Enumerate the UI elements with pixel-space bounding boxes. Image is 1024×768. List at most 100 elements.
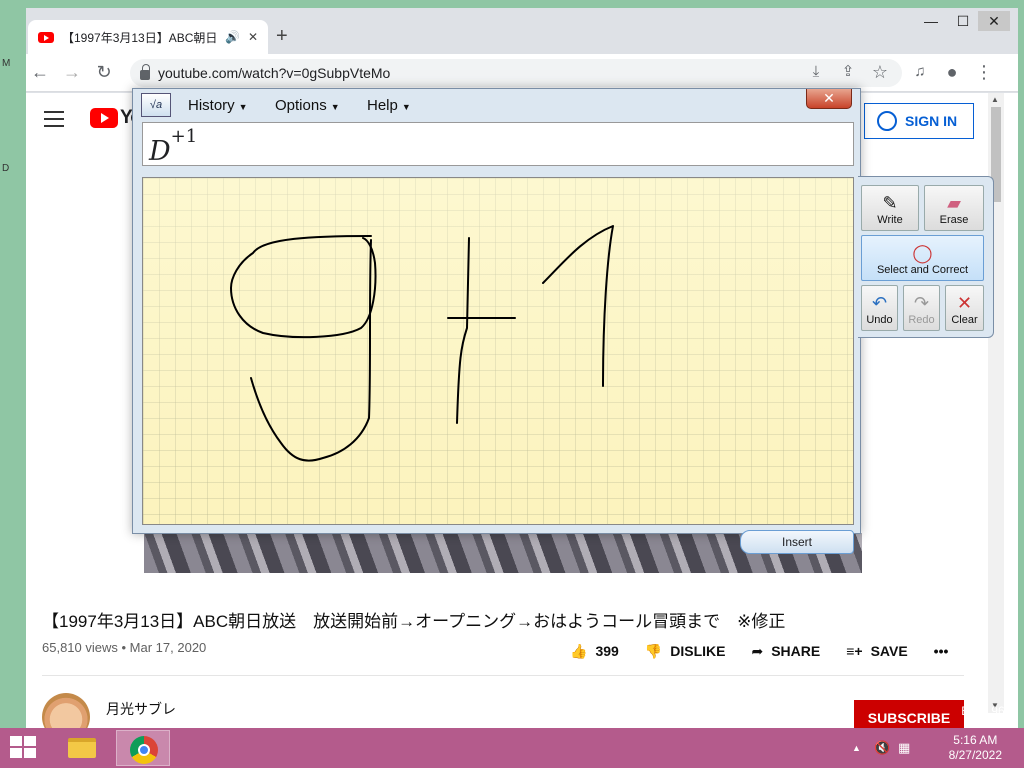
write-button[interactable]: ✎ Write bbox=[861, 185, 919, 231]
chrome-menu-icon[interactable]: ⋮ bbox=[972, 60, 996, 84]
system-clock[interactable]: 5:16 AM 8/27/2022 bbox=[949, 733, 1002, 763]
maximize-button[interactable]: ☐ bbox=[948, 11, 978, 31]
clear-x-icon: ✕ bbox=[956, 293, 973, 313]
share-page-icon[interactable]: ⇪ bbox=[836, 60, 860, 84]
video-meta: 65,810 views • Mar 17, 2020 bbox=[42, 640, 207, 655]
browser-tab[interactable]: 【1997年3月13日】ABC朝日放 🔊 ✕ bbox=[28, 20, 268, 54]
desktop-side-mark-2: D bbox=[2, 163, 10, 174]
save-button[interactable]: ≡+ SAVE bbox=[846, 643, 907, 659]
upload-date: Mar 17, 2020 bbox=[129, 640, 207, 655]
watermark-line-2: Build 9600 bbox=[961, 704, 1018, 718]
watermark-line-1: p bbox=[1011, 687, 1018, 701]
redo-button[interactable]: ↷ Redo bbox=[903, 285, 940, 331]
share-button[interactable]: ➦ SHARE bbox=[751, 643, 820, 660]
close-window-button[interactable]: ✕ bbox=[978, 11, 1010, 31]
share-label: SHARE bbox=[771, 643, 821, 659]
undo-label: Undo bbox=[866, 314, 893, 326]
bookmark-star-icon[interactable]: ☆ bbox=[868, 60, 892, 84]
mip-close-button[interactable]: ✕ bbox=[806, 89, 852, 109]
clear-button[interactable]: ✕ Clear bbox=[945, 285, 984, 331]
menu-history[interactable]: History ▼ bbox=[188, 97, 248, 114]
handwriting-ink bbox=[230, 225, 614, 462]
sign-in-label: SIGN IN bbox=[905, 113, 958, 129]
select-and-correct-button[interactable]: ◯ Select and Correct bbox=[861, 235, 984, 281]
dislike-button[interactable]: 👎 DISLIKE bbox=[645, 643, 726, 660]
thumbs-down-icon: 👎 bbox=[644, 642, 663, 659]
channel-avatar[interactable] bbox=[42, 693, 90, 728]
chrome-taskbar-button[interactable] bbox=[116, 730, 170, 766]
menu-options[interactable]: Options ▼ bbox=[275, 97, 340, 114]
install-icon[interactable]: ⤓ bbox=[804, 60, 828, 84]
reload-icon[interactable]: ↻ bbox=[92, 60, 116, 84]
url-text[interactable]: youtube.com/watch?v=0gSubpVteMo bbox=[158, 65, 390, 81]
folder-icon bbox=[68, 738, 96, 758]
preview-superscript: +1 bbox=[170, 126, 198, 147]
tab-strip: 【1997年3月13日】ABC朝日放 🔊 ✕ + — ☐ ✕ bbox=[26, 8, 1018, 54]
speaker-icon[interactable]: 🔊 bbox=[225, 30, 240, 44]
volume-muted-icon[interactable]: 🔇 bbox=[874, 740, 890, 756]
clock-time: 5:16 AM bbox=[953, 733, 998, 747]
like-count: 399 bbox=[595, 643, 619, 659]
menu-help[interactable]: Help ▼ bbox=[367, 97, 411, 114]
forward-icon[interactable]: → bbox=[60, 60, 84, 84]
video-actions: 👍 399 👎 DISLIKE ➦ SHARE ≡+ SAVE ••• bbox=[570, 639, 948, 663]
like-button[interactable]: 👍 399 bbox=[570, 643, 619, 660]
clear-label: Clear bbox=[951, 314, 978, 326]
more-actions-button[interactable]: ••• bbox=[934, 643, 949, 659]
lasso-icon: ◯ bbox=[912, 243, 933, 263]
math-input-logo-icon: √a bbox=[141, 93, 171, 117]
select-correct-label: Select and Correct bbox=[876, 264, 969, 276]
chrome-icon bbox=[130, 736, 158, 764]
hamburger-menu-icon[interactable] bbox=[44, 111, 64, 127]
desktop-watermark: p Build 9600 bbox=[961, 686, 1018, 720]
youtube-logo-icon[interactable] bbox=[90, 108, 118, 128]
lock-icon bbox=[140, 64, 150, 80]
dislike-label: DISLIKE bbox=[670, 643, 726, 659]
taskbar: ▲ 🔇 ▦ 5:16 AM 8/27/2022 bbox=[0, 728, 1024, 768]
erase-label: Erase bbox=[939, 214, 969, 226]
recognition-preview: D+1 bbox=[142, 122, 854, 167]
file-explorer-button[interactable] bbox=[54, 730, 108, 766]
writing-area[interactable] bbox=[142, 177, 854, 525]
redo-label: Redo bbox=[908, 314, 935, 326]
sign-in-button[interactable]: SIGN IN bbox=[864, 103, 974, 139]
write-label: Write bbox=[877, 214, 903, 226]
mip-menu-bar: √a History ▼ Options ▼ Help ▼ ✕ bbox=[133, 89, 860, 121]
erase-button[interactable]: ▰ Erase bbox=[924, 185, 984, 231]
media-control-icon[interactable]: ♫ bbox=[908, 60, 932, 84]
redo-icon: ↷ bbox=[913, 293, 930, 313]
tray-arrow-icon[interactable]: ▲ bbox=[852, 743, 861, 753]
undo-icon: ↶ bbox=[871, 293, 888, 313]
eraser-icon: ▰ bbox=[947, 193, 961, 213]
tab-close-icon[interactable]: ✕ bbox=[248, 30, 258, 44]
browser-toolbar: ← → ↻ youtube.com/watch?v=0gSubpVteMo ⤓ … bbox=[26, 54, 1018, 92]
minimize-button[interactable]: — bbox=[916, 11, 946, 31]
view-count: 65,810 views bbox=[42, 640, 118, 655]
thumbs-up-icon: 👍 bbox=[570, 642, 588, 659]
clock-date: 8/27/2022 bbox=[948, 748, 1002, 762]
scroll-up-icon[interactable]: ▲ bbox=[991, 95, 999, 104]
channel-name[interactable]: 月光サブレ bbox=[106, 699, 176, 719]
pen-icon: ✎ bbox=[882, 193, 898, 213]
undo-button[interactable]: ↶ Undo bbox=[861, 285, 898, 331]
math-input-panel: √a History ▼ Options ▼ Help ▼ ✕ D+1 bbox=[132, 88, 861, 534]
profile-icon[interactable]: ● bbox=[940, 60, 964, 84]
youtube-favicon-icon bbox=[38, 31, 54, 43]
preview-base: D bbox=[149, 136, 171, 167]
windows-start-icon[interactable] bbox=[10, 736, 38, 760]
subscribe-button[interactable]: SUBSCRIBE bbox=[854, 700, 964, 728]
tab-title: 【1997年3月13日】ABC朝日放 bbox=[62, 30, 217, 45]
menu-options-label: Options bbox=[275, 97, 327, 114]
new-tab-button[interactable]: + bbox=[276, 24, 288, 48]
save-label: SAVE bbox=[870, 643, 908, 659]
menu-history-label: History bbox=[188, 97, 235, 114]
ink-stroke-9-tail bbox=[250, 239, 372, 462]
insert-button[interactable]: Insert bbox=[740, 530, 854, 554]
address-bar[interactable]: youtube.com/watch?v=0gSubpVteMo bbox=[130, 59, 902, 87]
ink-stroke-9-loop bbox=[230, 235, 377, 339]
back-icon[interactable]: ← bbox=[28, 60, 52, 84]
share-arrow-icon: ➦ bbox=[751, 642, 764, 659]
user-circle-icon bbox=[877, 111, 897, 131]
network-icon[interactable]: ▦ bbox=[898, 740, 910, 756]
video-title: 【1997年3月13日】ABC朝日放送 放送開始前→オープニング→おはようコール… bbox=[42, 612, 786, 631]
